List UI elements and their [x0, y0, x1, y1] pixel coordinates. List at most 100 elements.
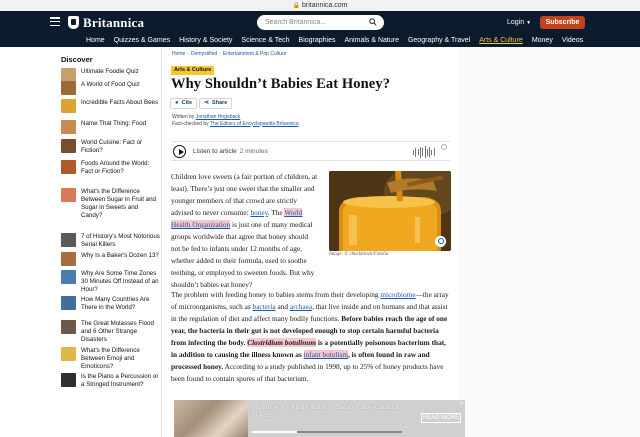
- discover-item[interactable]: What's the Difference Between Sugar in F…: [61, 188, 161, 233]
- zoom-icon[interactable]: [435, 236, 446, 247]
- fact-checked-by: Fact-checked by The Editors of Encyclopa…: [172, 121, 299, 128]
- breadcrumb-separator: ›: [187, 51, 190, 57]
- britannica-logo[interactable]: Britannica: [68, 15, 144, 30]
- microbiome-link[interactable]: microbiome: [380, 290, 415, 299]
- p1-text-c: is just one of many medical groups world…: [171, 220, 315, 289]
- ad-read-more-button[interactable]: READ MORE: [421, 413, 461, 423]
- nav-item-money[interactable]: Money: [532, 34, 553, 47]
- listen-label: Listen to article 2 minutes: [193, 148, 268, 155]
- discover-thumbnail: [61, 81, 76, 95]
- browser-url-bar[interactable]: 🔒 britannica.com: [0, 0, 640, 11]
- nav-item-quizzes-games[interactable]: Quizzes & Games: [114, 34, 170, 47]
- discover-thumbnail: [61, 99, 76, 113]
- article-main: Home › Demystified › Entertainment & Pop Cul…: [163, 47, 459, 437]
- login-button[interactable]: Login ▼: [507, 16, 531, 30]
- honey-link[interactable]: honey: [250, 208, 267, 217]
- article-actions: ● Cite ⋖ Share: [170, 98, 234, 109]
- share-button[interactable]: ⋖ Share: [199, 98, 233, 109]
- discover-item-label: What's the Difference Between Emoji and …: [81, 347, 140, 370]
- cite-label: Cite: [181, 100, 193, 106]
- nav-item-arts-culture[interactable]: Arts & Culture: [479, 34, 523, 47]
- paragraph-2: The problem with feeding honey to babies…: [171, 289, 451, 385]
- discover-item[interactable]: 7 of History's Most Notorious Serial Kil…: [61, 233, 161, 252]
- nav-item-home[interactable]: Home: [86, 34, 105, 47]
- breadcrumb-entertainment[interactable]: Entertainment & Pop Culture: [223, 51, 287, 57]
- discover-item-label: 7 of History's Most Notorious Serial Kil…: [81, 233, 160, 248]
- discover-item-label: A World of Food Quiz: [81, 81, 140, 88]
- ad-text: Maximise your potential as a Senior Care…: [252, 404, 399, 419]
- waveform-icon: [413, 146, 436, 158]
- discover-item-label: Is the Piano a Percussion or a Stringed …: [81, 373, 159, 388]
- breadcrumb: Home › Demystified › Entertainment & Pop Cul…: [172, 51, 286, 57]
- ad-progress-bar: [252, 431, 402, 433]
- p2-text-c: and: [275, 302, 290, 311]
- discover-item[interactable]: A World of Food Quiz: [61, 81, 161, 99]
- search-input[interactable]: Search Britannica...: [257, 15, 384, 30]
- author-link[interactable]: Jonathan Hogeback: [196, 114, 240, 120]
- ad-image: [174, 400, 248, 437]
- discover-item-label: The Great Molasses Flood and 6 Other Str…: [81, 320, 154, 343]
- discover-item-label: World Cuisine: Fact or Fiction?: [81, 139, 143, 154]
- discover-item[interactable]: The Great Molasses Flood and 6 Other Str…: [61, 320, 161, 347]
- infant-botulism-link[interactable]: infant botulism: [303, 350, 348, 359]
- breadcrumb-home[interactable]: Home: [172, 51, 185, 57]
- thistle-logo-icon: [68, 16, 79, 29]
- breadcrumb-demystified[interactable]: Demystified: [191, 51, 217, 57]
- nav-item-geography-travel[interactable]: Geography & Travel: [408, 34, 470, 47]
- ad-close-icon[interactable]: ×: [459, 401, 463, 407]
- discover-item[interactable]: Foods Around the World: Fact or Fiction?: [61, 160, 161, 188]
- written-prefix: Written by: [172, 114, 195, 120]
- honey-jar-image[interactable]: [329, 171, 451, 251]
- discover-item[interactable]: World Cuisine: Fact or Fiction?: [61, 139, 161, 160]
- discover-sidebar: Discover Ultimate Foodie Quiz A World of …: [53, 47, 162, 437]
- discover-thumbnail: [61, 188, 76, 202]
- hamburger-menu-icon[interactable]: [50, 17, 60, 27]
- ad-progress-fill: [252, 431, 297, 433]
- discover-thumbnail: [61, 270, 76, 284]
- advertisement-banner[interactable]: Maximise your potential as a Senior Care…: [174, 400, 465, 437]
- category-tag[interactable]: Arts & Culture: [171, 66, 215, 75]
- discover-thumbnail: [61, 139, 76, 153]
- audio-player: Listen to article 2 minutes: [171, 141, 450, 161]
- factchecker-link[interactable]: The Editors of Encyclopaedia Britannica: [210, 121, 299, 127]
- bacteria-link[interactable]: bacteria: [253, 302, 276, 311]
- p1-text-b: . The: [267, 208, 285, 217]
- url-text: britannica.com: [301, 2, 348, 9]
- discover-item[interactable]: How Many Countries Are There in the Worl…: [61, 296, 161, 320]
- discover-item-label: Ultimate Foodie Quiz: [81, 68, 139, 75]
- nav-item-science-tech[interactable]: Science & Tech: [241, 34, 289, 47]
- factcheck-prefix: Fact-checked by: [172, 120, 209, 127]
- share-icon: ⋖: [204, 100, 210, 106]
- play-icon[interactable]: [173, 145, 186, 158]
- discover-list: Ultimate Foodie Quiz A World of Food Quiz…: [61, 68, 161, 389]
- nav-item-animals-nature[interactable]: Animals & Nature: [345, 34, 399, 47]
- cite-button[interactable]: ● Cite: [170, 98, 198, 109]
- clostridium-term: Clostridium botulinum: [247, 338, 317, 347]
- nav-item-history-society[interactable]: History & Society: [179, 34, 232, 47]
- discover-item[interactable]: Why Is a Baker's Dozen 13?: [61, 252, 161, 270]
- breadcrumb-separator: ›: [219, 51, 221, 57]
- site-header: Britannica Search Britannica... Login ▼ S…: [0, 11, 640, 34]
- main-nav: Home Quizzes & Games History & Society Scie…: [0, 34, 640, 47]
- quote-icon: ●: [175, 100, 179, 106]
- discover-item[interactable]: Name That Thing: Food: [61, 120, 161, 139]
- search-icon[interactable]: [369, 18, 377, 26]
- close-icon[interactable]: [441, 144, 447, 150]
- lock-icon: 🔒: [292, 3, 300, 9]
- login-label: Login: [507, 19, 525, 26]
- discover-thumbnail: [61, 252, 76, 266]
- nav-item-videos[interactable]: Videos: [562, 34, 583, 47]
- archaea-link[interactable]: archaea: [290, 302, 312, 311]
- image-caption: Image: © chuckbrock/Fotolia: [329, 252, 389, 257]
- nav-item-biographies[interactable]: Biographies: [299, 34, 336, 47]
- right-gutter: [459, 47, 640, 437]
- discover-item-label: How Many Countries Are There in the Worl…: [81, 296, 150, 311]
- subscribe-button[interactable]: Subscribe: [540, 16, 585, 29]
- discover-item[interactable]: Incredible Facts About Bees: [61, 99, 161, 120]
- discover-item[interactable]: Is the Piano a Percussion or a Stringed …: [61, 373, 161, 389]
- discover-item[interactable]: What's the Difference Between Emoji and …: [61, 347, 161, 373]
- discover-item[interactable]: Why Are Some Time Zones 30 Minutes Off I…: [61, 270, 161, 296]
- listen-duration: 2 minutes: [239, 148, 268, 155]
- discover-item[interactable]: Ultimate Foodie Quiz: [61, 68, 161, 82]
- listen-text: Listen to article: [193, 148, 237, 155]
